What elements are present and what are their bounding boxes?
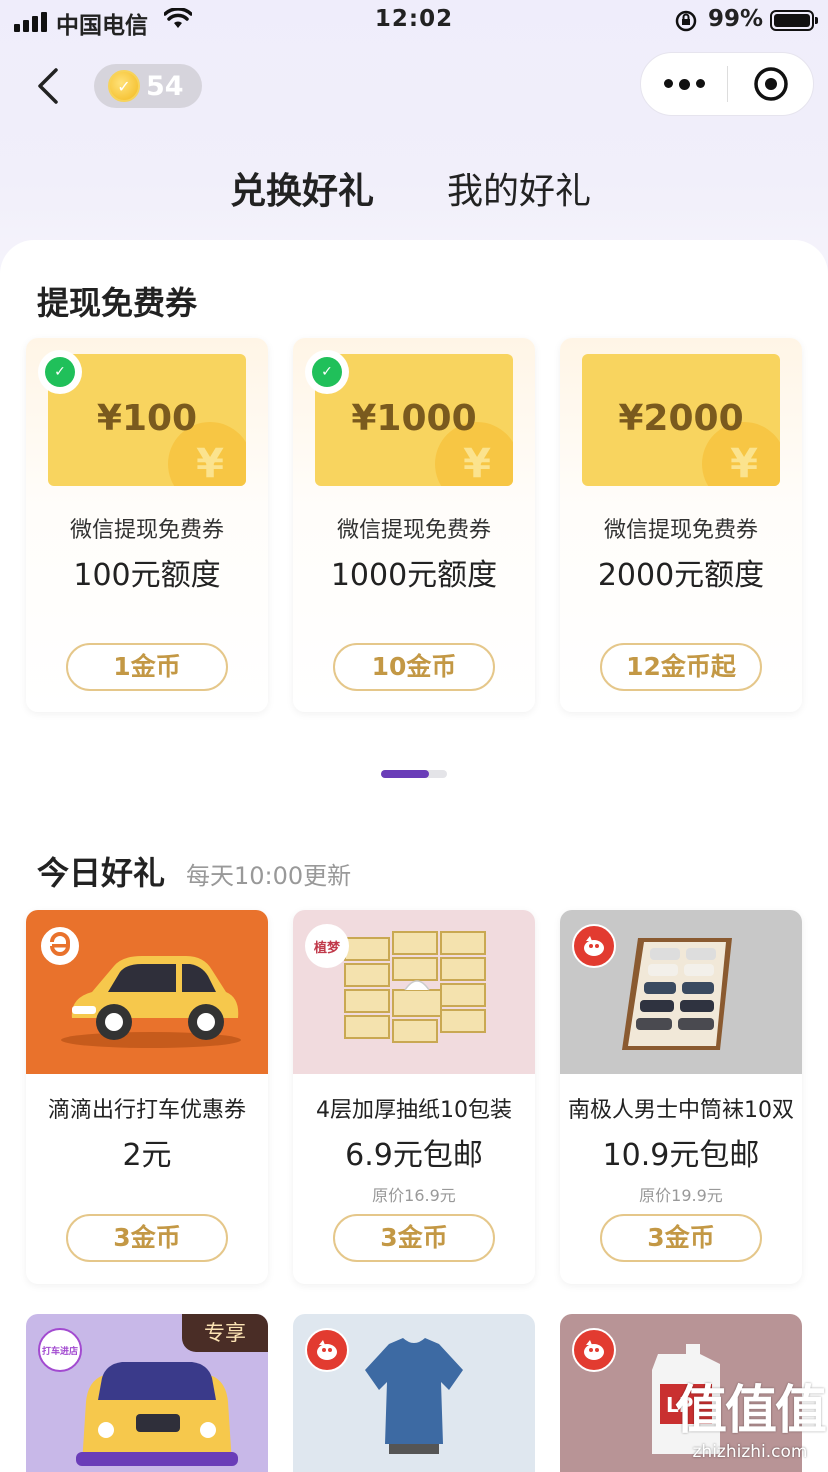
taxi-shop-logo-icon: 打车进店 <box>38 1328 82 1372</box>
redeem-button[interactable]: 3金币 <box>600 1214 762 1262</box>
gift-name: 滴滴出行打车优惠券 <box>47 1098 246 1123</box>
gift-name: 南极人男士中筒袜10双 <box>568 1098 794 1123</box>
redeem-button[interactable]: 12金币起 <box>600 643 762 691</box>
gift-card[interactable]: 滴滴出行打车优惠券 2元 3金币 <box>26 910 268 1284</box>
orientation-lock-icon <box>674 9 698 37</box>
gift-price: 10.9元包邮 <box>602 1138 760 1173</box>
watermark: 值值值 zhizhizhi.com <box>672 1380 828 1472</box>
coin-balance[interactable]: ✓ 54 <box>94 64 202 108</box>
voucher-name: 微信提现免费券 <box>69 518 224 543</box>
wechat-icon: ✓ <box>305 350 349 394</box>
redeem-button[interactable]: 1金币 <box>66 643 228 691</box>
voucher-card[interactable]: ¥ ¥100 ✓ 微信提现免费券 100元额度 1金币 <box>26 338 268 712</box>
watermark-url: zhizhizhi.com <box>692 1442 808 1462</box>
more-options-button[interactable] <box>641 78 727 90</box>
tab-bar: 兑换好礼 我的好礼 <box>0 162 828 222</box>
today-section-subtitle: 每天10:00更新 <box>186 862 352 890</box>
jd-logo-icon <box>305 1328 349 1372</box>
voucher-amount: ¥1000 <box>351 398 477 439</box>
gift-card[interactable] <box>293 1314 535 1472</box>
carousel-indicator <box>381 770 447 778</box>
mini-program-capsule <box>640 52 814 116</box>
coin-icon: ✓ <box>108 70 140 102</box>
coin-count: 54 <box>146 70 184 102</box>
redeem-button[interactable]: 3金币 <box>66 1214 228 1262</box>
voucher-amount: ¥100 <box>96 398 198 439</box>
voucher-limit: 1000元额度 <box>330 558 498 593</box>
chevron-left-icon <box>38 68 58 104</box>
gift-original-price: 原价16.9元 <box>372 1186 456 1205</box>
gift-card[interactable]: 植梦 4层加厚抽纸10包装 6.9元包邮 原价16.9元 3金币 <box>293 910 535 1284</box>
gift-price: 6.9元包邮 <box>345 1138 483 1173</box>
zhimeng-logo-icon: 植梦 <box>305 924 349 968</box>
didi-logo-icon <box>38 924 82 968</box>
voucher-card[interactable]: ¥ ¥1000 ✓ 微信提现免费券 1000元额度 10金币 <box>293 338 535 712</box>
exclusive-badge: 专享 <box>182 1314 268 1352</box>
gift-card[interactable]: 打车进店 专享 <box>26 1314 268 1472</box>
today-section-title: 今日好礼 <box>37 854 166 892</box>
back-button[interactable] <box>30 64 70 108</box>
close-mini-program-button[interactable] <box>728 65 813 103</box>
tab-exchange-gifts[interactable]: 兑换好礼 <box>230 162 375 220</box>
target-icon <box>753 67 788 101</box>
withdraw-section-title: 提现免费券 <box>37 284 198 322</box>
voucher-amount: ¥2000 <box>618 398 744 439</box>
gift-name: 4层加厚抽纸10包装 <box>316 1098 512 1123</box>
battery-percentage: 99% <box>708 6 764 32</box>
battery-icon <box>770 10 818 31</box>
voucher-ticket: ¥ ¥2000 <box>582 354 780 486</box>
status-bar: 中国电信 12:02 99% <box>0 0 828 44</box>
voucher-name: 微信提现免费券 <box>336 518 491 543</box>
voucher-name: 微信提现免费券 <box>603 518 758 543</box>
voucher-card[interactable]: ¥ ¥2000 微信提现免费券 2000元额度 12金币起 <box>560 338 802 712</box>
jd-logo-icon <box>572 924 616 968</box>
voucher-limit: 2000元额度 <box>597 558 765 593</box>
redeem-button[interactable]: 10金币 <box>333 643 495 691</box>
redeem-button[interactable]: 3金币 <box>333 1214 495 1262</box>
wechat-icon: ✓ <box>38 350 82 394</box>
jd-logo-icon <box>572 1328 616 1372</box>
gift-price: 2元 <box>122 1138 172 1173</box>
voucher-limit: 100元额度 <box>73 558 221 593</box>
gift-card[interactable]: 南极人男士中筒袜10双 10.9元包邮 原价19.9元 3金币 <box>560 910 802 1284</box>
tab-my-gifts[interactable]: 我的好礼 <box>447 162 591 214</box>
clock: 12:02 <box>374 6 454 32</box>
gift-original-price: 原价19.9元 <box>639 1186 723 1205</box>
watermark-logo: 值值值 <box>674 1381 827 1441</box>
